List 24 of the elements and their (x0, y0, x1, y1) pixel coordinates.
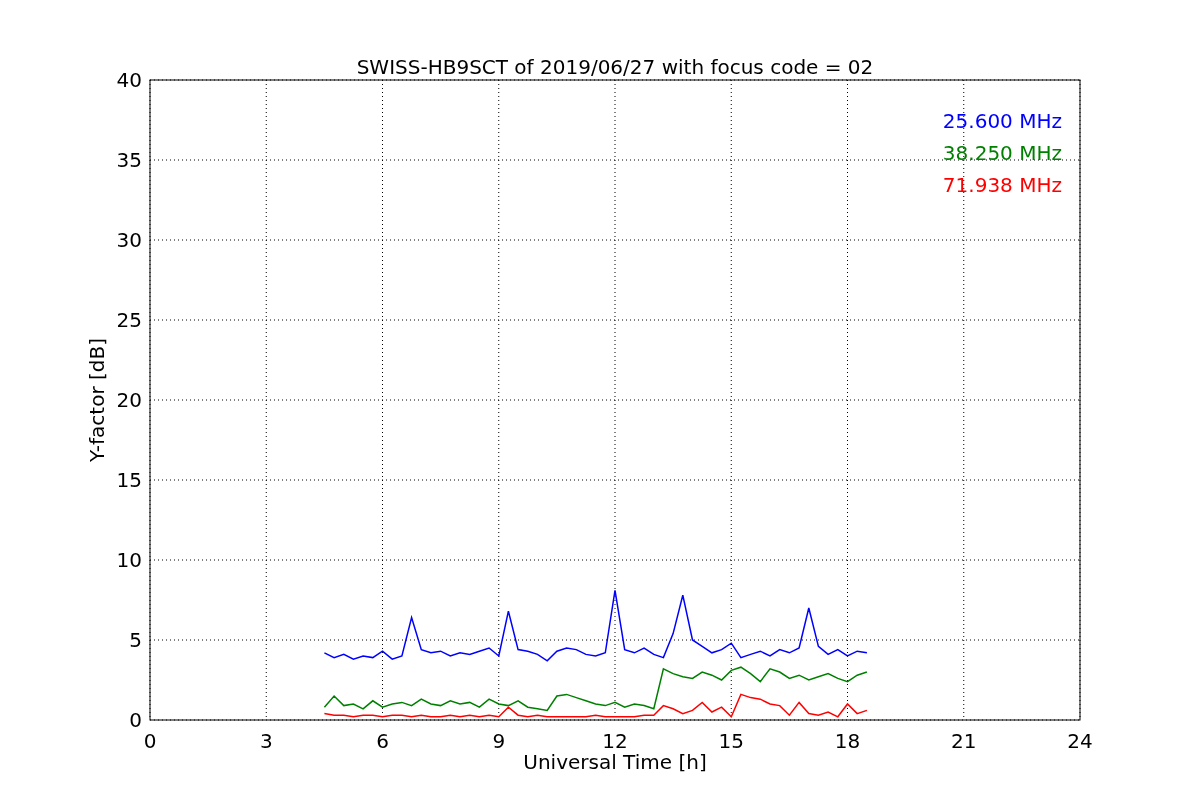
legend-label: 25.600 MHz (942, 109, 1062, 133)
y-axis-label: Y-factor [dB] (85, 338, 109, 462)
x-tick-label: 0 (143, 729, 157, 753)
y-tick-label: 35 (116, 148, 142, 172)
x-tick-label: 12 (602, 729, 628, 753)
x-tick-label: 6 (376, 729, 389, 753)
x-tick-label: 3 (259, 729, 273, 753)
x-tick-label: 18 (834, 729, 861, 753)
y-tick-label: 5 (129, 628, 142, 652)
x-axis-label: Universal Time [h] (523, 750, 707, 774)
x-tick-label: 15 (718, 729, 744, 753)
chart-title: SWISS-HB9SCT of 2019/06/27 with focus code = 02 (356, 55, 874, 79)
x-tick-label: 24 (1067, 729, 1093, 753)
y-tick-label: 20 (116, 388, 142, 412)
x-tick-label: 21 (951, 729, 977, 753)
x-tick-label: 9 (492, 729, 506, 753)
legend-label: 38.250 MHz (942, 141, 1062, 165)
y-tick-label: 15 (116, 468, 142, 492)
legend-label: 71.938 MHz (942, 173, 1062, 197)
y-tick-label: 30 (116, 228, 142, 252)
y-tick-label: 10 (116, 548, 142, 572)
y-tick-label: 40 (116, 68, 142, 92)
y-tick-label: 25 (116, 308, 142, 332)
y-tick-label: 0 (129, 708, 142, 732)
